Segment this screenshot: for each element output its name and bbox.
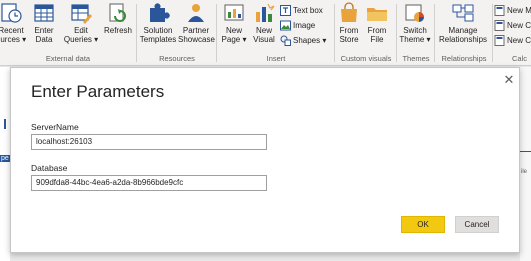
ribbon-separator	[136, 4, 137, 62]
from-file-button[interactable]: From File	[364, 2, 390, 44]
store-icon	[341, 2, 357, 22]
close-icon[interactable]: ✕	[502, 73, 516, 87]
relationships-icon	[452, 4, 474, 22]
ribbon-separator	[434, 4, 435, 62]
right-pane-divider	[520, 151, 531, 152]
group-label-themes: Themes	[402, 54, 430, 63]
text-box-icon	[280, 4, 291, 16]
text-box-button[interactable]: Text box	[280, 4, 323, 16]
new-calculated-table-label: New C	[507, 35, 531, 45]
group-label-calculations: Calc	[512, 54, 528, 63]
left-nav-strip: pe	[0, 67, 10, 261]
manage-relationships-button[interactable]: Manage Relationships	[436, 2, 490, 44]
from-file-label-1: From	[367, 26, 387, 35]
refresh-icon	[109, 3, 126, 22]
edit-queries-label-1: Edit	[74, 26, 88, 35]
new-visual-button[interactable]: New Visual	[250, 2, 278, 44]
refresh-label: Refresh	[103, 26, 132, 35]
manage-relationships-label-2: Relationships	[438, 35, 488, 44]
switch-theme-label-1: Switch	[403, 26, 427, 35]
enter-parameters-dialog: ✕ Enter Parameters ServerName localhost:…	[10, 67, 520, 253]
solution-templates-button[interactable]: Solution Templates	[138, 2, 178, 44]
enter-data-label-1: Enter	[34, 26, 54, 35]
partner-icon	[188, 4, 204, 22]
partner-showcase-button[interactable]: Partner Showcase	[178, 2, 215, 44]
calculator-icon	[494, 34, 505, 46]
switch-theme-button[interactable]: Switch Theme ▾	[398, 2, 432, 44]
from-store-label-2: Store	[339, 35, 359, 44]
new-column-button[interactable]: New C	[494, 19, 531, 31]
new-measure-label: New M	[507, 5, 531, 15]
ribbon-separator	[216, 4, 217, 62]
edit-queries-icon	[71, 4, 92, 24]
server-name-input[interactable]: localhost:26103	[31, 134, 267, 150]
right-fragment: ile	[521, 169, 528, 175]
new-column-label: New C	[507, 20, 531, 30]
new-page-label-1: New	[225, 26, 242, 35]
dialog-title: Enter Parameters	[31, 82, 165, 101]
new-visual-label-2: Visual	[253, 35, 275, 44]
group-label-external-data: External data	[45, 54, 91, 63]
enter-data-label-2: Data	[35, 35, 53, 44]
enter-data-button[interactable]: Enter Data	[30, 2, 58, 44]
table-icon	[34, 4, 54, 22]
manage-relationships-label-1: Manage	[448, 26, 478, 35]
recent-sources-label-2: ources ▾	[0, 35, 27, 44]
partner-showcase-label-2: Showcase	[178, 35, 215, 44]
image-label: Image	[293, 20, 316, 30]
solution-templates-label-2: Templates	[139, 35, 177, 44]
image-button[interactable]: Image	[280, 19, 315, 31]
group-label-custom-visuals: Custom visuals	[340, 54, 392, 63]
from-store-label-1: From	[339, 26, 359, 35]
solution-templates-label-1: Solution	[143, 26, 173, 35]
database-label: Database	[31, 163, 68, 173]
refresh-button[interactable]: Refresh	[102, 2, 134, 35]
switch-theme-label-2: Theme ▾	[399, 35, 431, 44]
ribbon-separator	[492, 4, 493, 62]
shapes-label: Shapes ▾	[293, 35, 327, 45]
nav-indicator	[4, 119, 6, 129]
image-icon	[280, 20, 291, 30]
new-page-button[interactable]: New Page ▾	[220, 2, 248, 44]
ribbon-separator	[334, 4, 335, 62]
text-box-label: Text box	[293, 5, 323, 15]
recent-sources-button[interactable]: Recent ources ▾	[0, 2, 28, 44]
group-label-relationships: Relationships	[441, 54, 487, 63]
puzzle-icon	[150, 3, 170, 22]
edit-queries-label-2: Queries ▾	[63, 35, 99, 44]
theme-icon	[405, 4, 424, 22]
ribbon-separator	[396, 4, 397, 62]
recent-sources-label-1: Recent	[0, 26, 24, 35]
group-label-resources: Resources	[159, 54, 195, 63]
calculator-icon	[494, 19, 505, 31]
from-store-button[interactable]: From Store	[336, 2, 362, 44]
left-fragment: pe	[0, 155, 10, 162]
shapes-icon	[280, 35, 291, 46]
cancel-button[interactable]: Cancel	[455, 216, 499, 233]
new-visual-label-1: New	[255, 26, 272, 35]
new-page-icon	[224, 4, 244, 21]
new-measure-button[interactable]: New M	[494, 4, 531, 16]
ribbon: Recent ources ▾ Enter Data Edit Queries …	[0, 0, 531, 66]
new-page-label-2: Page ▾	[221, 35, 247, 44]
edit-queries-button[interactable]: Edit Queries ▾	[62, 2, 100, 44]
folder-icon	[367, 8, 387, 21]
partner-showcase-label-1: Partner	[182, 26, 210, 35]
ok-button[interactable]: OK	[401, 216, 445, 233]
shapes-button[interactable]: Shapes ▾	[280, 34, 326, 46]
group-label-insert: Insert	[266, 54, 286, 63]
server-name-label: ServerName	[31, 122, 79, 132]
new-calculated-table-button[interactable]: New C	[494, 34, 531, 46]
database-input[interactable]: 909dfda8-44bc-4ea6-a2da-8b966bde9cfc	[31, 175, 267, 191]
new-visual-icon	[256, 3, 275, 22]
recent-sources-icon	[1, 3, 22, 23]
calculator-icon	[494, 4, 505, 16]
from-file-label-2: File	[370, 35, 384, 44]
right-pane-strip: ile	[520, 67, 531, 261]
